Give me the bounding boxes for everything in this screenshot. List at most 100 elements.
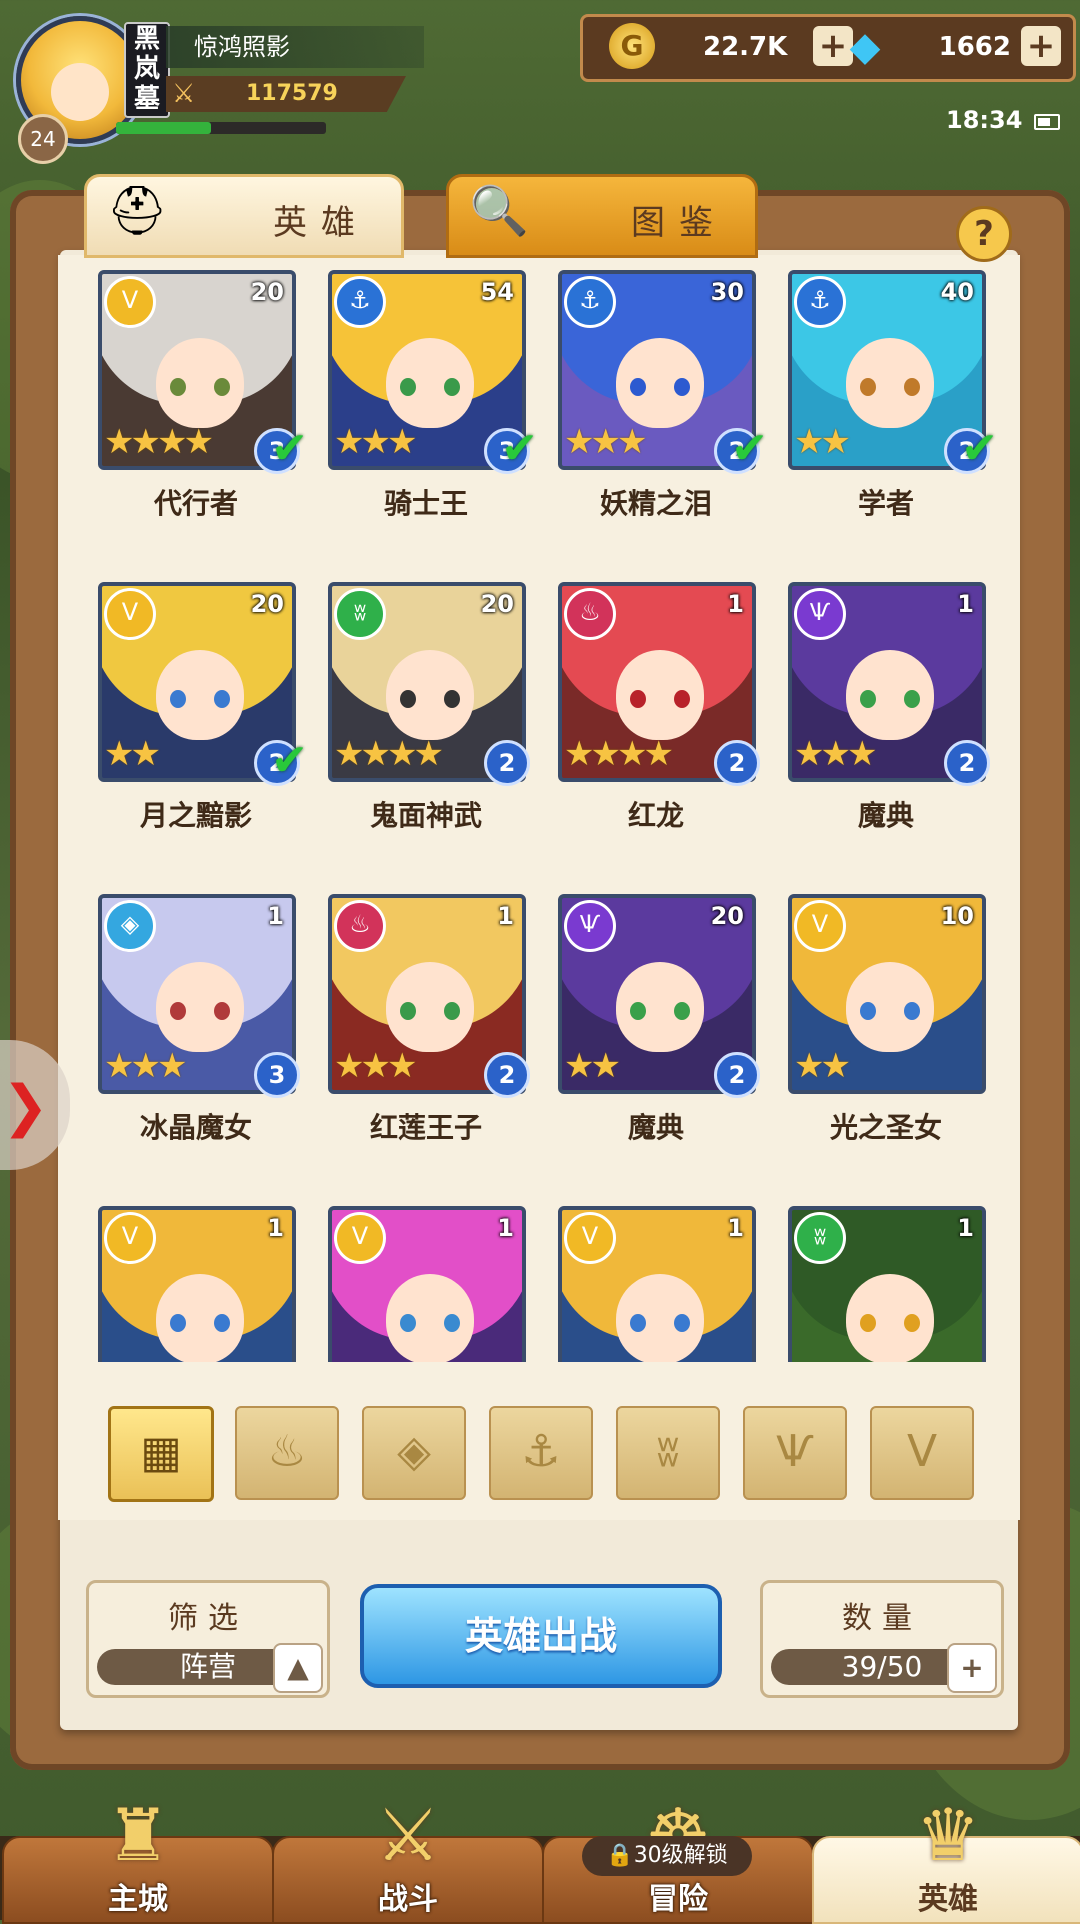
hero-stars: ★★ xyxy=(794,422,851,462)
checkmark-icon: ✔ xyxy=(271,423,308,474)
crossed-swords-icon: ⚔ xyxy=(375,1793,441,1877)
hero-helmet-icon: ♛ xyxy=(915,1793,981,1877)
castle-icon: ♜ xyxy=(105,1793,171,1877)
filter-crown-button[interactable]: Ⅴ xyxy=(870,1406,974,1500)
hero-stars: ★★★ xyxy=(564,422,647,462)
hero-portrait: Ⅴ1 xyxy=(558,1206,756,1362)
crown-icon: Ⅴ xyxy=(906,1426,938,1477)
checkmark-icon: ✔ xyxy=(501,423,538,474)
crown-faction-icon: Ⅴ xyxy=(104,276,156,328)
filter-grid-button[interactable]: ▦ xyxy=(108,1406,214,1502)
hero-rank-badge: 2 xyxy=(944,740,990,786)
hero-card[interactable]: Ⅴ 10 ★★ 光之圣女 xyxy=(788,894,986,1144)
nav-castle[interactable]: ♜ 主城 xyxy=(2,1793,274,1924)
magnifier-icon: 🔍 xyxy=(469,183,529,239)
hero-name: 代行者 xyxy=(153,487,238,520)
checkmark-icon: ✔ xyxy=(961,423,998,474)
hero-count-panel: 数量 39/50 + xyxy=(760,1580,1004,1698)
hero-stars: ★★★ xyxy=(334,1046,417,1086)
checkmark-icon: ✔ xyxy=(271,735,308,786)
filter-dropdown[interactable]: 阵营 ▲ xyxy=(97,1643,323,1693)
crossed-swords-icon: ⚔ xyxy=(172,79,196,109)
player-name: 惊鸿照影 xyxy=(166,26,424,68)
hero-card[interactable]: Ⅴ1 xyxy=(558,1206,756,1362)
hero-rank-badge: 2 xyxy=(484,1052,530,1098)
clock: 18:34 xyxy=(946,106,1023,134)
hero-stars: ★★★ xyxy=(104,1046,187,1086)
hero-card[interactable]: Ѱ 1 ★★★ 2 魔典 xyxy=(788,582,990,832)
hero-card[interactable]: ⚓ 30 ★★★ 2 ✔ 妖精之泪 xyxy=(558,270,768,520)
hero-name: 冰晶魔女 xyxy=(139,1111,252,1144)
hero-card[interactable]: Ѱ 20 ★★ 2 魔典 xyxy=(558,894,760,1144)
count-display: 39/50 + xyxy=(771,1643,997,1693)
hero-rank-badge: 3 xyxy=(254,1052,300,1098)
hero-card[interactable]: ⚓ 40 ★★ 2 ✔ 学者 xyxy=(788,270,998,520)
hero-name: 月之黯影 xyxy=(139,799,252,832)
crown-faction-icon: Ⅴ xyxy=(104,588,156,640)
hero-level: 1 xyxy=(727,590,744,618)
crown-faction-icon: Ⅴ xyxy=(794,900,846,952)
hero-card[interactable]: ◈ 1 ★★★ 3 冰晶魔女 xyxy=(98,894,300,1144)
nav-crossed-swords[interactable]: ⚔ 战斗 xyxy=(272,1793,544,1924)
hero-portrait: Ⅴ 10 ★★ xyxy=(788,894,986,1094)
knight-helmet-icon: ⛑ xyxy=(106,183,168,239)
count-title: 数量 xyxy=(842,1601,922,1636)
hero-level: 54 xyxy=(480,278,514,306)
filter-beast-button[interactable]: ʬ xyxy=(616,1406,720,1500)
count-value: 39/50 xyxy=(841,1650,923,1683)
hero-card[interactable]: ♨ 1 ★★★ 2 红莲王子 xyxy=(328,894,530,1144)
expand-capacity-button[interactable]: + xyxy=(947,1643,997,1693)
player-level-badge: 24 xyxy=(18,114,68,164)
tab-heroes-label: 英雄 xyxy=(273,203,369,243)
nav-hero-helmet[interactable]: ♛ 英雄 xyxy=(812,1793,1080,1924)
side-handle-icon: ❯ xyxy=(2,1074,49,1139)
hero-card[interactable]: Ⅴ1 xyxy=(328,1206,526,1362)
anchor-icon: ⚓ xyxy=(521,1426,561,1477)
hero-stars: ★★★ xyxy=(794,734,877,774)
battery-icon xyxy=(1034,114,1060,130)
beast-faction-icon: ʬ xyxy=(334,588,386,640)
hero-name: 魔典 xyxy=(857,799,914,832)
anchor-faction-icon: ⚓ xyxy=(564,276,616,328)
currency-bar: G 22.7K + ◆ 1662 + xyxy=(580,14,1076,82)
demon-icon: Ѱ xyxy=(776,1426,814,1477)
hero-card[interactable]: Ⅴ1 xyxy=(98,1206,296,1362)
flame-faction-icon: ♨ xyxy=(334,900,386,952)
hero-card[interactable]: ♨ 1 ★★★★ 2 红龙 xyxy=(558,582,760,832)
health-bar-fill xyxy=(116,122,211,134)
filter-anchor-button[interactable]: ⚓ xyxy=(489,1406,593,1500)
filter-demon-button[interactable]: Ѱ xyxy=(743,1406,847,1500)
hero-card[interactable]: ⚓ 54 ★★★ 3 ✔ 骑士王 xyxy=(328,270,538,520)
hero-portrait: Ⅴ1 xyxy=(328,1206,526,1362)
chevron-up-icon[interactable]: ▲ xyxy=(273,1643,323,1693)
hero-level: 1 xyxy=(497,1214,514,1242)
hero-card[interactable]: ʬ1 xyxy=(788,1206,986,1362)
tab-codex[interactable]: 🔍 图鉴 xyxy=(446,174,758,258)
filter-value: 阵营 xyxy=(179,1650,236,1683)
hero-level: 20 xyxy=(250,278,284,306)
player-title-badge: 黑岚墓 xyxy=(124,22,170,118)
hero-stars: ★★ xyxy=(794,1046,851,1086)
player-info-panel[interactable]: 黑岚墓 24 惊鸿照影 ⚔ 117579 xyxy=(6,6,424,164)
hero-card[interactable]: Ⅴ 20 ★★★★ 3 ✔ 代行者 xyxy=(98,270,308,520)
power-value: 117579 xyxy=(246,81,338,106)
anchor-faction-icon: ⚓ xyxy=(334,276,386,328)
hero-level: 20 xyxy=(710,902,744,930)
hero-name: 鬼面神武 xyxy=(369,799,482,832)
hero-name: 光之圣女 xyxy=(829,1111,942,1144)
hero-portrait: Ⅴ1 xyxy=(98,1206,296,1362)
add-gems-button[interactable]: + xyxy=(1021,26,1061,66)
hero-card[interactable]: Ⅴ 20 ★★ 2 ✔ 月之黯影 xyxy=(98,582,308,832)
deploy-heroes-button[interactable]: 英雄出战 xyxy=(360,1584,722,1688)
filter-crystal-button[interactable]: ◈ xyxy=(362,1406,466,1500)
hero-level: 20 xyxy=(480,590,514,618)
tab-heroes[interactable]: ⛑ 英雄 xyxy=(84,174,404,258)
hero-name: 红龙 xyxy=(627,799,684,832)
help-button[interactable]: ? xyxy=(956,206,1012,262)
flame-faction-icon: ♨ xyxy=(564,588,616,640)
filter-panel[interactable]: 筛选 阵营 ▲ xyxy=(86,1580,330,1698)
hero-grid[interactable]: Ⅴ 20 ★★★★ 3 ✔ 代行者 ⚓ 54 ★★★ 3 ✔ 骑士王 ⚓ 30 ★★★ 2 ✔ 妖精之泪 ⚓ 40 ★★… xyxy=(58,262,1018,1362)
diamond-icon: ◆ xyxy=(849,24,881,70)
hero-card[interactable]: ʬ 20 ★★★★ 2 鬼面神武 xyxy=(328,582,530,832)
filter-flame-button[interactable]: ♨ xyxy=(235,1406,339,1500)
